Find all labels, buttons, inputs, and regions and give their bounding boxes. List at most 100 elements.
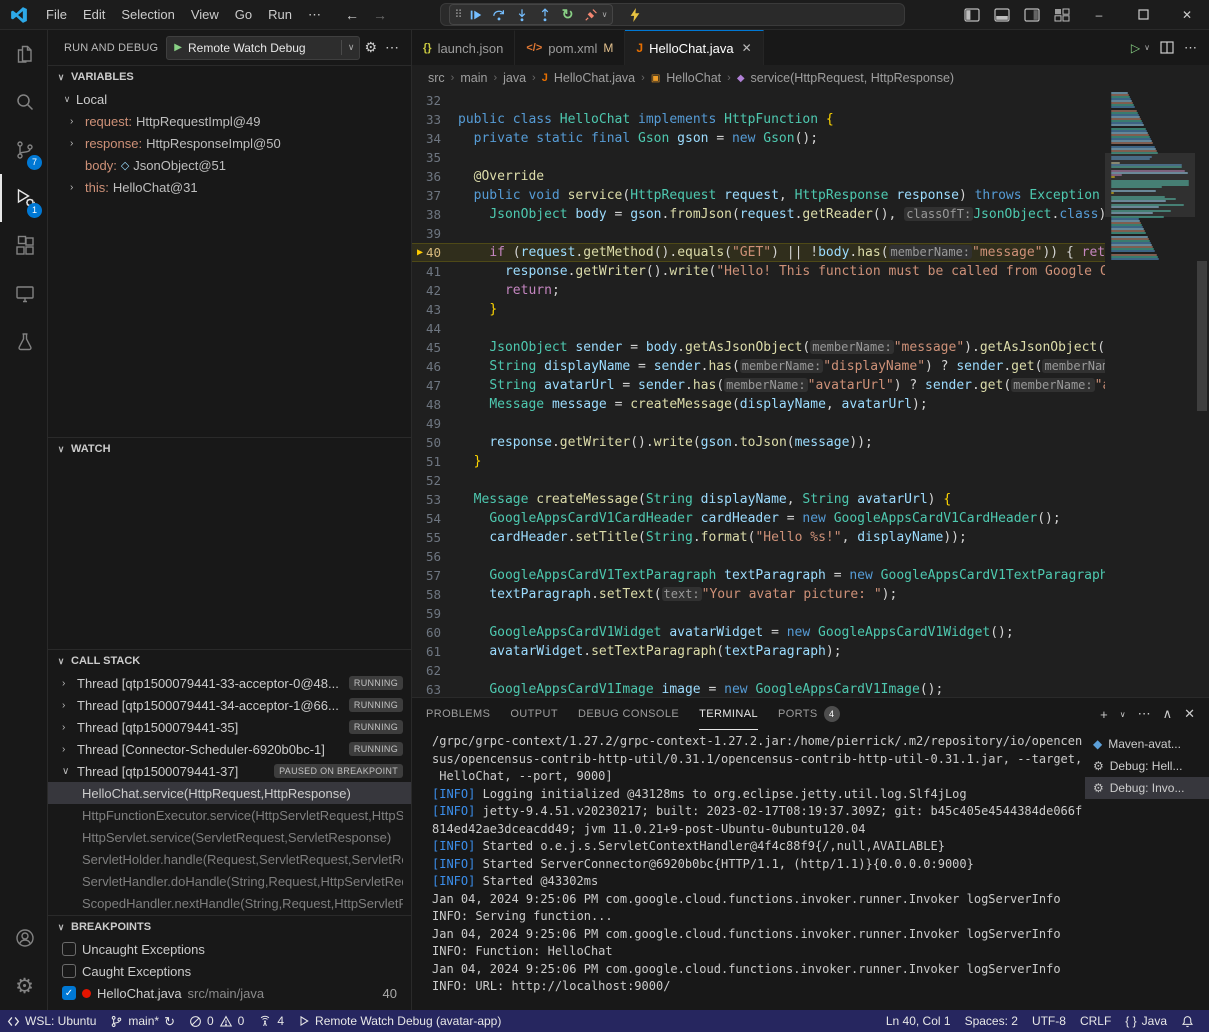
cursor-position[interactable]: Ln 40, Col 1 — [879, 1010, 958, 1032]
menu-item[interactable]: Run — [260, 4, 300, 26]
terminal-item-debug-2[interactable]: ⚙ Debug: Invo... — [1085, 777, 1209, 799]
code-line[interactable]: 46 String displayName = sender.has(membe… — [412, 357, 1105, 376]
continue-button[interactable] — [466, 5, 486, 24]
breadcrumb-method[interactable]: service(HttpRequest, HttpResponse) — [751, 71, 955, 85]
command-center[interactable]: ⠿ ↻ — [440, 3, 905, 26]
stack-frame-row[interactable]: HelloChat.service(HttpRequest,HttpRespon… — [48, 782, 411, 804]
line-number[interactable]: 41 — [412, 262, 458, 281]
code-line[interactable]: 63 GoogleAppsCardV1Image image = new Goo… — [412, 680, 1105, 697]
code-line[interactable]: 56 — [412, 547, 1105, 566]
line-number[interactable]: 35 — [412, 148, 458, 167]
run-and-debug-icon[interactable]: 1 — [0, 174, 47, 222]
toggle-panel-icon[interactable] — [987, 0, 1017, 29]
minimap[interactable] — [1105, 91, 1195, 697]
forward-icon[interactable]: → — [373, 7, 387, 23]
code-line[interactable]: 34 private static final Gson gson = new … — [412, 129, 1105, 148]
code-line[interactable]: 58 textParagraph.setText(text:"Your avat… — [412, 585, 1105, 604]
code-line[interactable]: 37 public void service(HttpRequest reque… — [412, 186, 1105, 205]
line-number[interactable]: 48 — [412, 395, 458, 414]
code-line[interactable]: 57 GoogleAppsCardV1TextParagraph textPar… — [412, 566, 1105, 585]
git-branch-indicator[interactable]: main* ↻ — [103, 1010, 182, 1032]
stack-frame-row[interactable]: HttpFunctionExecutor.service(HttpServlet… — [48, 804, 411, 826]
code-line[interactable]: 48 Message message = createMessage(displ… — [412, 395, 1105, 414]
encoding-indicator[interactable]: UTF-8 — [1025, 1010, 1073, 1032]
code-line[interactable]: 35 — [412, 148, 1105, 167]
breakpoint-row[interactable]: ✓HelloChat.javasrc/main/java40 — [48, 982, 411, 1004]
breakpoint-row[interactable]: Caught Exceptions — [48, 960, 411, 982]
line-number[interactable]: 51 — [412, 452, 458, 471]
run-java-icon[interactable]: ▷ — [1131, 41, 1140, 55]
extensions-icon[interactable] — [0, 222, 47, 270]
code-editor[interactable]: 3233public class HelloChat implements Ht… — [412, 91, 1209, 697]
code-line[interactable]: 36 @Override — [412, 167, 1105, 186]
split-editor-icon[interactable] — [1160, 41, 1174, 54]
code-line[interactable]: 53 Message createMessage(String displayN… — [412, 490, 1105, 509]
remote-indicator[interactable]: WSL: Ubuntu — [0, 1010, 103, 1032]
menu-item[interactable]: ⋯ — [300, 4, 329, 26]
line-number[interactable]: 54 — [412, 509, 458, 528]
checkbox[interactable] — [62, 964, 76, 978]
run-dropdown-icon[interactable]: ∨ — [1144, 43, 1150, 52]
tab-ports[interactable]: PORTS 4 — [778, 698, 840, 730]
forwarded-ports-indicator[interactable]: 4 — [251, 1010, 291, 1032]
breadcrumb-main[interactable]: main — [460, 71, 487, 85]
back-icon[interactable]: ← — [345, 7, 359, 23]
code-line[interactable]: 43 } — [412, 300, 1105, 319]
menu-item[interactable]: Go — [227, 4, 260, 26]
thread-row[interactable]: ∨Thread [qtp1500079441-37]PAUSED ON BREA… — [48, 760, 411, 782]
code-line[interactable]: 59 — [412, 604, 1105, 623]
breadcrumb-src[interactable]: src — [428, 71, 445, 85]
start-debug-icon[interactable]: ▶ — [174, 42, 182, 53]
code-line[interactable]: 38 JsonObject body = gson.fromJson(reque… — [412, 205, 1105, 224]
tab-debug-console[interactable]: DEBUG CONSOLE — [578, 698, 679, 730]
code-line[interactable]: 50 response.getWriter().write(gson.toJso… — [412, 433, 1105, 452]
toggle-secondary-sidebar-icon[interactable] — [1017, 0, 1047, 29]
code-line[interactable]: 61 avatarWidget.setTextParagraph(textPar… — [412, 642, 1105, 661]
stack-frame-row[interactable]: ServletHolder.handle(Request,ServletRequ… — [48, 848, 411, 870]
problems-indicator[interactable]: 0 0 — [182, 1010, 251, 1032]
testing-icon[interactable] — [0, 318, 47, 366]
thread-row[interactable]: ›Thread [qtp1500079441-35]RUNNING — [48, 716, 411, 738]
menu-item[interactable]: Edit — [75, 4, 113, 26]
line-number[interactable]: 46 — [412, 357, 458, 376]
editor-more-icon[interactable]: ⋯ — [1184, 40, 1197, 56]
line-number[interactable]: 58 — [412, 585, 458, 604]
terminal-output[interactable]: /grpc/grpc-context/1.27.2/grpc-context-1… — [412, 730, 1085, 1010]
menu-item[interactable]: File — [38, 4, 75, 26]
remote-explorer-icon[interactable] — [0, 270, 47, 318]
line-number[interactable]: 57 — [412, 566, 458, 585]
watch-header[interactable]: ∨ WATCH — [48, 438, 411, 460]
code-area[interactable]: 3233public class HelloChat implements Ht… — [412, 91, 1105, 697]
close-tab-icon[interactable]: ✕ — [742, 41, 752, 55]
scope-row-local[interactable]: ∨ Local — [48, 88, 411, 110]
line-number[interactable]: 36 — [412, 167, 458, 186]
checkbox[interactable] — [62, 942, 76, 956]
code-line[interactable]: 51 } — [412, 452, 1105, 471]
variable-row[interactable]: ›request:HttpRequestImpl@49 — [48, 110, 411, 132]
code-line[interactable]: 39 — [412, 224, 1105, 243]
toggle-sidebar-icon[interactable] — [957, 0, 987, 29]
menu-item[interactable]: View — [183, 4, 227, 26]
stack-frame-row[interactable]: ScopedHandler.nextHandle(String,Request,… — [48, 892, 411, 914]
code-line[interactable]: 47 String avatarUrl = sender.has(memberN… — [412, 376, 1105, 395]
line-number[interactable]: 52 — [412, 471, 458, 490]
line-number[interactable]: 42 — [412, 281, 458, 300]
launch-config-select[interactable]: ▶ Remote Watch Debug ∨ — [166, 36, 360, 60]
debug-session-dropdown-icon[interactable]: ∨ — [602, 10, 608, 19]
variables-header[interactable]: ∨ VARIABLES — [48, 66, 411, 88]
indentation-indicator[interactable]: Spaces: 2 — [958, 1010, 1025, 1032]
code-line[interactable]: 41 response.getWriter().write("Hello! Th… — [412, 262, 1105, 281]
search-icon[interactable] — [0, 78, 47, 126]
breadcrumb-file[interactable]: HelloChat.java — [554, 71, 635, 85]
stack-frame-row[interactable]: HttpServlet.service(ServletRequest,Servl… — [48, 826, 411, 848]
checkbox[interactable]: ✓ — [62, 986, 76, 1000]
line-number[interactable]: 32 — [412, 91, 458, 110]
debug-session-indicator[interactable]: Remote Watch Debug (avatar-app) — [291, 1010, 508, 1032]
sync-icon[interactable]: ↻ — [164, 1015, 175, 1028]
tab-hellochat-java[interactable]: J HelloChat.java ✕ — [625, 30, 763, 65]
breadcrumb-java[interactable]: java — [503, 71, 526, 85]
explorer-icon[interactable] — [0, 30, 47, 78]
terminal-item-debug-1[interactable]: ⚙ Debug: Hell... — [1085, 755, 1209, 777]
line-number[interactable]: 62 — [412, 661, 458, 680]
line-number[interactable]: 44 — [412, 319, 458, 338]
